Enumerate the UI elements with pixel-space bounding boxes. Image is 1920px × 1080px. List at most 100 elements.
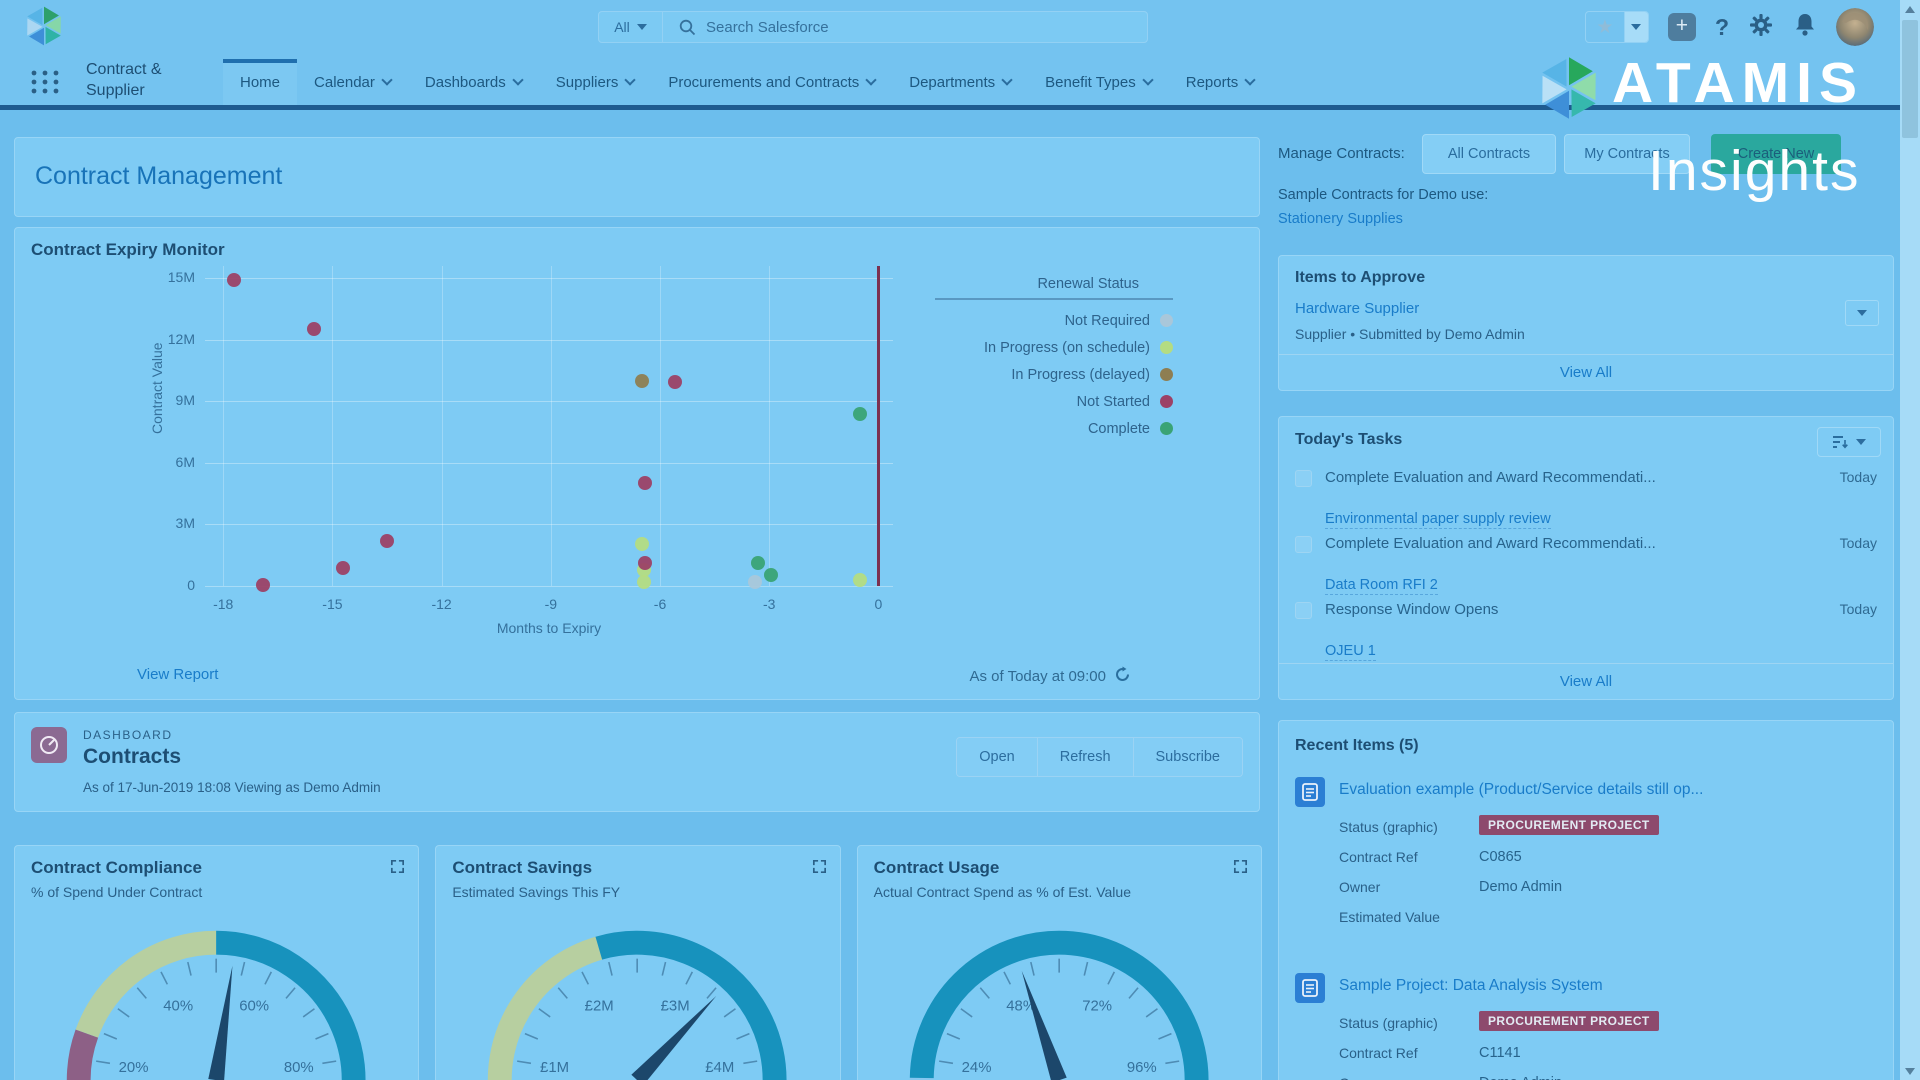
refresh-icon[interactable] [1114, 666, 1131, 687]
approve-view-all-link[interactable]: View All [1279, 364, 1893, 381]
x-tick-label: -18 [201, 596, 245, 612]
recent-item-link[interactable]: Sample Project: Data Analysis System [1339, 977, 1603, 995]
bell-icon[interactable] [1793, 12, 1817, 43]
data-point-in-progress-delayed-[interactable] [635, 374, 649, 388]
tasks-view-all-link[interactable]: View All [1279, 673, 1893, 690]
tab-departments[interactable]: Departments [892, 59, 1028, 105]
scrollbar-up-icon[interactable] [1900, 0, 1920, 18]
task-checkbox[interactable] [1295, 602, 1312, 619]
tab-home[interactable]: Home [223, 59, 297, 105]
help-icon[interactable]: ? [1715, 14, 1729, 41]
chart-legend: Renewal Status Not RequiredIn Progress (… [935, 276, 1173, 442]
global-search[interactable]: All Search Salesforce [598, 11, 1148, 43]
task-related-link[interactable]: Environmental paper supply review [1325, 511, 1551, 529]
view-report-link[interactable]: View Report [137, 666, 218, 683]
data-point-in-progress-on-schedule-[interactable] [635, 537, 649, 551]
recent-items-card: Recent Items (5) Evaluation example (Pro… [1278, 720, 1894, 1080]
task-related-link[interactable]: Data Room RFI 2 [1325, 577, 1438, 595]
favorites-dropdown-icon[interactable] [1624, 12, 1648, 42]
document-icon [1295, 777, 1325, 807]
data-point-not-required[interactable] [748, 575, 762, 589]
gauge-chart: 24%48%72%96% [858, 876, 1261, 1080]
data-point-not-started[interactable] [668, 375, 682, 389]
scrollbar-thumb[interactable] [1902, 20, 1918, 138]
divider [1279, 354, 1893, 355]
data-point-not-started[interactable] [380, 534, 394, 548]
gear-icon[interactable] [1748, 12, 1774, 43]
tab-calendar[interactable]: Calendar [297, 59, 408, 105]
svg-text:80%: 80% [284, 1059, 314, 1076]
all-contracts-button[interactable]: All Contracts [1422, 134, 1556, 174]
recent-item-link[interactable]: Evaluation example (Product/Service deta… [1339, 781, 1703, 799]
approval-row-actions-dropdown[interactable] [1845, 300, 1879, 326]
tab-benefit-types[interactable]: Benefit Types [1028, 59, 1169, 105]
recent-field-value: Demo Admin [1479, 1075, 1562, 1080]
legend-dot [1160, 368, 1173, 381]
legend-dot [1160, 422, 1173, 435]
task-checkbox[interactable] [1295, 470, 1312, 487]
data-point-not-started[interactable] [256, 578, 270, 592]
favorite-star-icon[interactable]: ★ [1586, 12, 1624, 42]
legend-title: Renewal Status [935, 276, 1173, 292]
favorites-control: ★ [1585, 11, 1649, 43]
page-scrollbar[interactable] [1900, 0, 1920, 1080]
chevron-down-icon [625, 74, 636, 85]
tasks-sort-dropdown[interactable] [1817, 427, 1881, 457]
task-subject[interactable]: Complete Evaluation and Award Recommenda… [1325, 469, 1656, 486]
svg-text:60%: 60% [239, 998, 269, 1015]
tab-procurements-and-contracts[interactable]: Procurements and Contracts [651, 59, 892, 105]
data-point-not-started[interactable] [227, 273, 241, 287]
tab-dashboards[interactable]: Dashboards [408, 59, 539, 105]
data-point-complete[interactable] [764, 568, 778, 582]
data-point-in-progress-on-schedule-[interactable] [637, 575, 651, 589]
refresh-button[interactable]: Refresh [1037, 738, 1133, 776]
todays-tasks-card: Today's Tasks Complete Evaluation and Aw… [1278, 416, 1894, 700]
y-tick-label: 12M [133, 331, 195, 347]
data-point-not-started[interactable] [307, 322, 321, 336]
open-button[interactable]: Open [957, 738, 1036, 776]
recent-field-value: PROCUREMENT PROJECT [1479, 815, 1659, 835]
create-new-button[interactable]: Create New [1711, 134, 1841, 174]
global-add-icon[interactable]: + [1668, 13, 1696, 41]
items-to-approve-title: Items to Approve [1295, 269, 1425, 287]
task-subject[interactable]: Response Window Opens [1325, 601, 1498, 618]
tab-label: Reports [1186, 74, 1239, 91]
recent-field-label: Contract Ref [1339, 1045, 1418, 1061]
scrollbar-down-icon[interactable] [1900, 1062, 1920, 1080]
as-of-timestamp: As of Today at 09:00 [970, 666, 1132, 687]
gridline [332, 266, 333, 586]
gauge-title: Contract Savings [452, 858, 592, 878]
task-related-link[interactable]: OJEU 1 [1325, 643, 1376, 661]
status-badge: PROCUREMENT PROJECT [1479, 815, 1659, 835]
gauge-title: Contract Compliance [31, 858, 202, 878]
gridline [769, 266, 770, 586]
data-point-not-started[interactable] [638, 476, 652, 490]
stationery-supplies-link[interactable]: Stationery Supplies [1278, 211, 1403, 227]
subscribe-button[interactable]: Subscribe [1133, 738, 1242, 776]
gauge-card-contract-compliance: Contract Compliance% of Spend Under Cont… [14, 845, 419, 1080]
recent-field-label: Estimated Value [1339, 909, 1440, 925]
task-checkbox[interactable] [1295, 536, 1312, 553]
tab-reports[interactable]: Reports [1169, 59, 1272, 105]
search-scope-dropdown[interactable]: All [599, 12, 663, 42]
search-input[interactable]: Search Salesforce [706, 19, 829, 36]
tab-label: Dashboards [425, 74, 506, 91]
legend-item: Not Required [935, 307, 1173, 334]
gridline [205, 524, 893, 525]
nav-tabs: HomeCalendar Dashboards SuppliersProcureme… [223, 59, 1271, 105]
data-point-in-progress-on-schedule-[interactable] [853, 573, 867, 587]
gridline [205, 401, 893, 402]
app-launcher-icon[interactable] [28, 65, 62, 104]
tab-suppliers[interactable]: Suppliers [539, 59, 652, 105]
x-tick-label: -3 [747, 596, 791, 612]
search-icon [679, 19, 696, 36]
approval-item-link[interactable]: Hardware Supplier [1295, 300, 1419, 317]
my-contracts-button[interactable]: My Contracts [1564, 134, 1690, 174]
data-point-complete[interactable] [853, 407, 867, 421]
recent-field-label: Owner [1339, 1075, 1380, 1080]
task-subject[interactable]: Complete Evaluation and Award Recommenda… [1325, 535, 1656, 552]
data-point-not-started[interactable] [336, 561, 350, 575]
dashboard-icon [31, 727, 67, 763]
user-avatar[interactable] [1836, 8, 1874, 46]
data-point-complete[interactable] [751, 556, 765, 570]
